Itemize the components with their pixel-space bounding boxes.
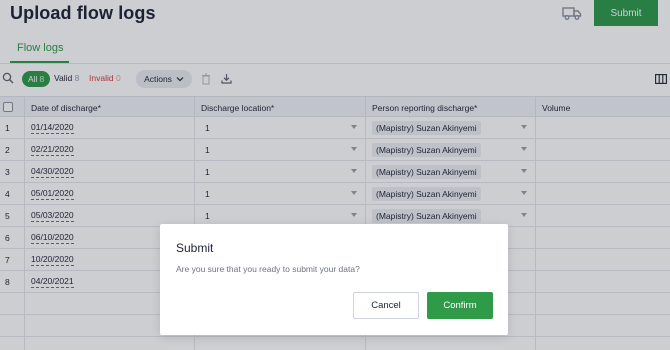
dialog-message: Are you sure that you ready to submit yo… [176,264,360,274]
upload-flow-logs-page: Upload flow logs Submit Flow logs All 8 … [0,0,670,350]
confirm-button[interactable]: Confirm [427,292,493,319]
cancel-button[interactable]: Cancel [353,292,419,319]
dialog-title: Submit [176,241,214,255]
submit-confirmation-dialog: Submit Are you sure that you ready to su… [160,224,508,335]
